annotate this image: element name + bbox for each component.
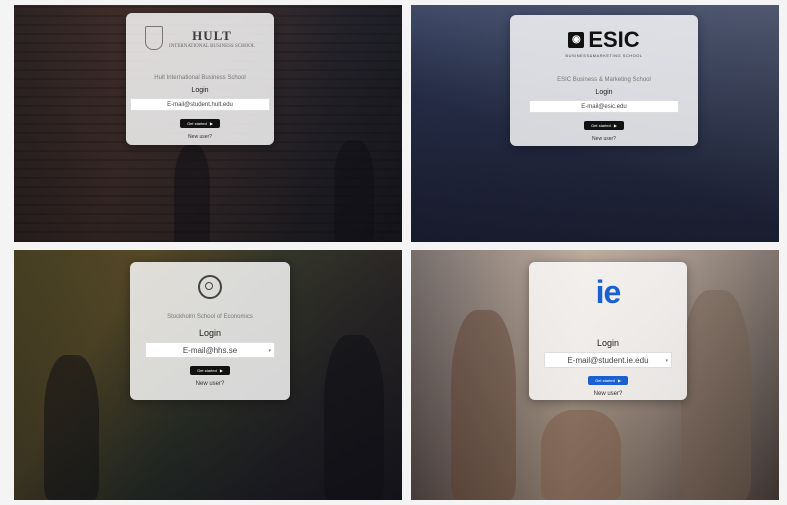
person-silhouette xyxy=(174,145,210,242)
esic-mark-icon: ◉ xyxy=(568,32,585,48)
school-name: Hult International Business School xyxy=(154,75,246,81)
login-card: HULT INTERNATIONAL BUSINESS SCHOOL Hult … xyxy=(126,13,274,145)
button-label: Get started xyxy=(595,378,615,383)
new-user-link[interactable]: New user? xyxy=(529,391,687,397)
logo-text: HULT xyxy=(192,27,232,43)
login-card: Stockholm School of Economics Login E-ma… xyxy=(130,262,290,400)
panel-hult: HULT INTERNATIONAL BUSINESS SCHOOL Hult … xyxy=(14,5,402,242)
email-value: E-mail@student.ie.edu xyxy=(567,356,649,365)
email-value: E-mail@student.hult.edu xyxy=(167,102,233,108)
panel-stockholm: Stockholm School of Economics Login E-ma… xyxy=(14,250,402,500)
login-title: Login xyxy=(191,87,209,94)
person-silhouette xyxy=(44,355,99,500)
get-started-button[interactable]: Get started ▶ xyxy=(190,366,230,375)
seal-icon xyxy=(198,275,222,299)
new-user-link[interactable]: New user? xyxy=(510,136,698,142)
email-field[interactable]: E-mail@esic.edu xyxy=(529,100,679,113)
get-started-button[interactable]: Get started ▶ xyxy=(588,376,628,385)
person-silhouette xyxy=(334,140,374,242)
new-user-link[interactable]: New user? xyxy=(130,381,290,387)
get-started-button[interactable]: Get started ▶ xyxy=(584,121,624,130)
school-logo: HULT INTERNATIONAL BUSINESS SCHOOL xyxy=(126,23,274,53)
school-logo: ie xyxy=(529,272,687,312)
panel-ie: ie Login E-mail@student.ie.edu ▾ Get star… xyxy=(411,250,779,500)
arrow-right-icon: ▶ xyxy=(617,378,621,383)
email-field[interactable]: E-mail@hhs.se ▾ xyxy=(145,342,275,358)
arrow-right-icon: ▶ xyxy=(613,123,617,128)
button-label: Get started xyxy=(591,123,611,128)
login-card: ◉ ESIC BUSINESS&MARKETING SCHOOL ESIC Bu… xyxy=(510,15,698,146)
school-name: ESIC Business & Marketing School xyxy=(557,77,651,83)
new-user-link[interactable]: New user? xyxy=(126,134,274,140)
chevron-down-icon: ▾ xyxy=(665,358,668,364)
button-label: Get started xyxy=(187,121,207,126)
chevron-down-icon: ▾ xyxy=(268,348,271,354)
email-field[interactable]: E-mail@student.ie.edu ▾ xyxy=(544,352,672,368)
logo-text: ie xyxy=(595,273,622,310)
button-label: Get started xyxy=(197,368,217,373)
school-logo xyxy=(130,272,290,302)
arrow-right-icon: ▶ xyxy=(219,368,223,373)
school-name: Stockholm School of Economics xyxy=(167,314,253,320)
person-silhouette xyxy=(681,290,751,500)
email-value: E-mail@hhs.se xyxy=(182,346,238,355)
login-title: Login xyxy=(198,328,222,338)
panel-esic: ◉ ESIC BUSINESS&MARKETING SCHOOL ESIC Bu… xyxy=(411,5,779,242)
crest-icon xyxy=(145,26,164,50)
person-silhouette xyxy=(451,310,516,500)
person-silhouette xyxy=(324,335,384,500)
login-card: ie Login E-mail@student.ie.edu ▾ Get star… xyxy=(529,262,687,400)
logo-text: ESIC xyxy=(588,27,640,52)
email-field[interactable]: E-mail@student.hult.edu xyxy=(130,98,270,111)
get-started-button[interactable]: Get started ▶ xyxy=(180,119,220,128)
email-value: E-mail@esic.edu xyxy=(581,104,627,110)
login-screens-grid: HULT INTERNATIONAL BUSINESS SCHOOL Hult … xyxy=(0,0,787,505)
school-logo: ◉ ESIC BUSINESS&MARKETING SCHOOL xyxy=(510,25,698,58)
logo-subtext: INTERNATIONAL BUSINESS SCHOOL xyxy=(169,43,255,49)
login-title: Login xyxy=(596,338,620,348)
arrow-right-icon: ▶ xyxy=(209,121,213,126)
login-title: Login xyxy=(595,89,613,96)
person-silhouette xyxy=(541,410,621,500)
logo-subtext: BUSINESS&MARKETING SCHOOL xyxy=(565,53,643,58)
